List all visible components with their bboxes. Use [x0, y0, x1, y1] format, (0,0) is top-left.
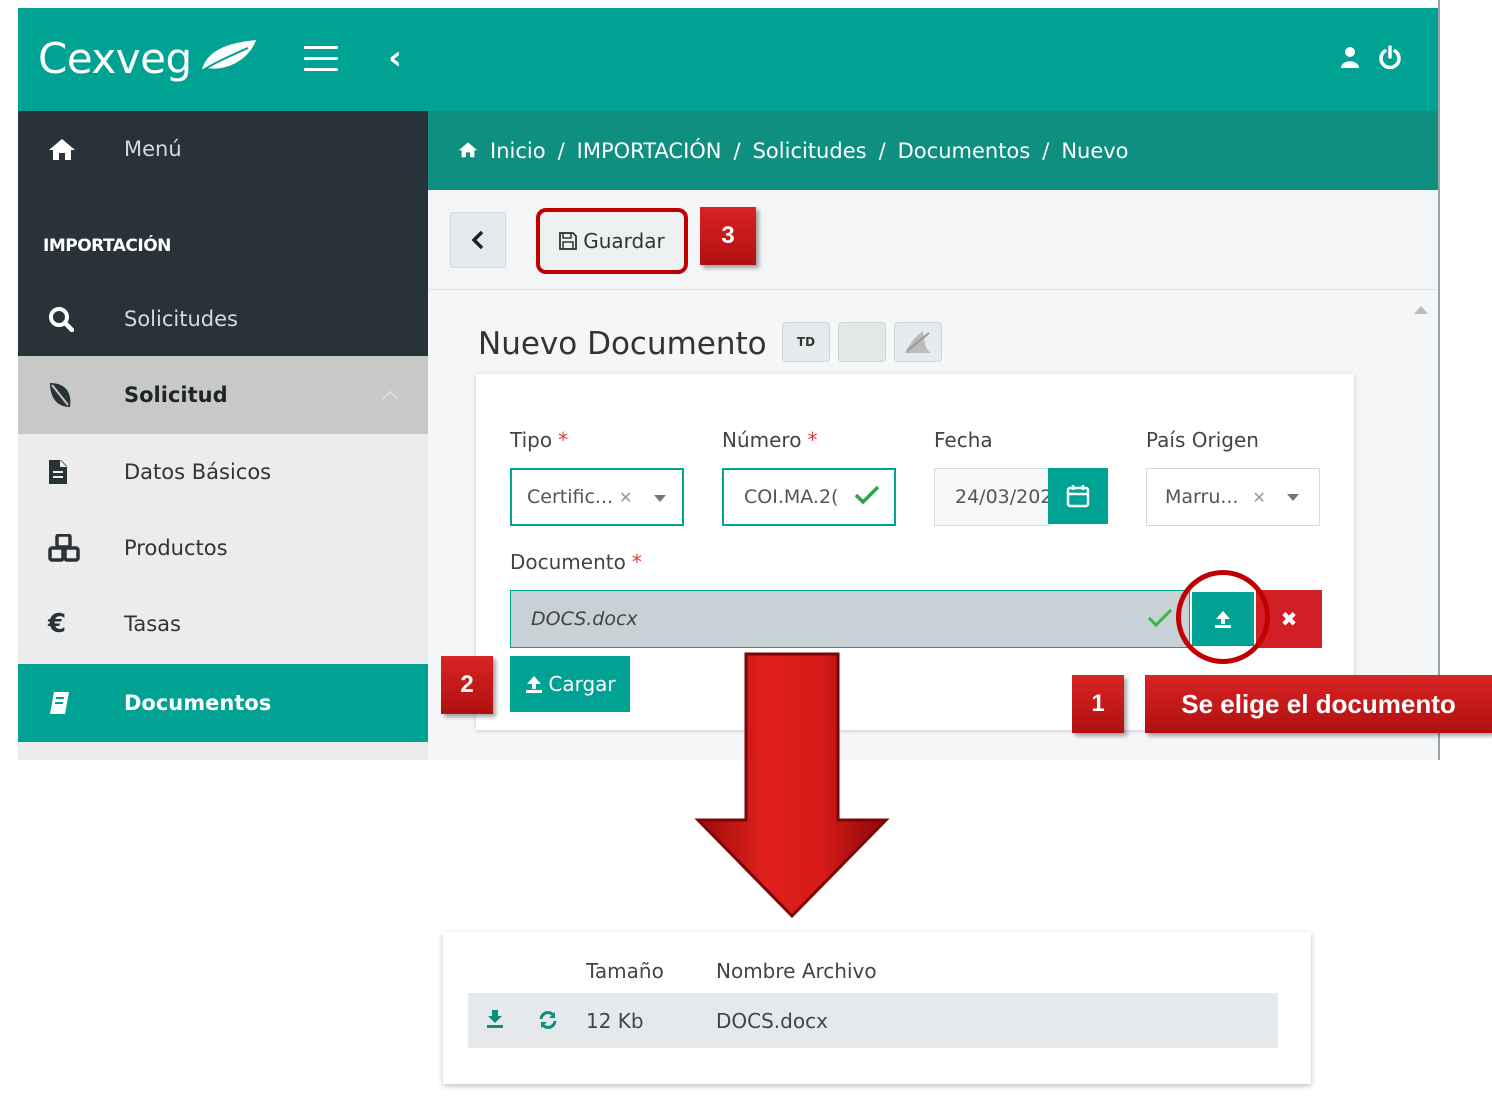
app-logo[interactable]: Cexveg [38, 34, 192, 83]
search-icon [48, 306, 102, 332]
chevron-down-icon[interactable] [654, 495, 666, 502]
highlight-circle [1176, 570, 1270, 664]
close-icon: ✖ [1280, 607, 1298, 631]
sidebar-item-label: Solicitud [124, 383, 228, 407]
sidebar-item-tasas[interactable]: € Tasas [18, 586, 428, 662]
calendar-button[interactable] [1048, 468, 1108, 524]
td-label: TD [796, 335, 816, 349]
home-icon [48, 137, 102, 161]
pais-label: País Origen [1146, 428, 1259, 452]
sidebar-item-label: Menú [124, 137, 182, 161]
breadcrumb-separator: / [557, 138, 565, 163]
numero-input[interactable]: COI.MA.2( [722, 468, 896, 526]
euro-icon: € [48, 609, 67, 639]
file-name[interactable]: DOCS.docx [716, 1009, 828, 1033]
home-icon[interactable] [458, 139, 478, 163]
check-icon [854, 484, 880, 511]
breadcrumb-solicitudes[interactable]: Solicitudes [753, 139, 867, 163]
sidebar-item-label: Datos Básicos [124, 460, 272, 484]
calendar-icon [1066, 485, 1090, 508]
chevron-down-icon[interactable] [1287, 494, 1299, 501]
breadcrumb-documentos[interactable]: Documentos [898, 139, 1031, 163]
files-table: Tamaño Nombre Archivo 12 Kb DOCS.docx [443, 932, 1311, 1084]
fecha-value: 24/03/202 [955, 486, 1053, 508]
blank-button[interactable] [838, 322, 886, 362]
collapse-sidebar-icon[interactable]: ‹ [388, 38, 402, 78]
sidebar-item-label: Solicitudes [124, 307, 238, 331]
tipo-value: Certific... [527, 486, 614, 508]
save-button[interactable]: Guardar [536, 208, 688, 274]
step-1-badge: 1 [1072, 675, 1124, 733]
step-1-callout: Se elige el documento [1145, 675, 1492, 733]
documento-file-input[interactable]: DOCS.docx [510, 590, 1190, 648]
user-icon[interactable] [1340, 46, 1360, 70]
file-icon [48, 459, 102, 485]
step-2-badge: 2 [441, 656, 493, 714]
sidebar-item-label: Documentos [124, 691, 272, 715]
sidebar-item-datos-basicos[interactable]: Datos Básicos [18, 434, 428, 510]
documento-label: Documento * [510, 550, 642, 574]
cubes-icon [48, 534, 102, 562]
back-button[interactable] [450, 212, 506, 268]
sidebar-item-documentos[interactable]: Documentos [18, 664, 428, 742]
sidebar-item-solicitudes[interactable]: Solicitudes [18, 281, 428, 357]
td-button[interactable]: TD [782, 322, 830, 362]
window-edge [1438, 0, 1440, 760]
download-icon[interactable] [486, 1009, 504, 1033]
breadcrumb-separator: / [733, 138, 741, 163]
sidebar: Menú IMPORTACIÓN Solicitudes Solicitud D… [18, 111, 428, 760]
column-header-filename: Nombre Archivo [716, 959, 877, 983]
column-header-size: Tamaño [586, 959, 664, 983]
page-title: Nuevo Documento [478, 326, 767, 362]
toolbar: Guardar [428, 190, 1438, 290]
breadcrumb-inicio[interactable]: Inicio [490, 139, 546, 163]
sidebar-item-label: Productos [124, 536, 228, 560]
app-window: Cexveg ‹ Menú IMPORTACIÓN Solicitudes So… [18, 8, 1438, 760]
table-row[interactable]: 12 Kb DOCS.docx [468, 993, 1278, 1048]
sidebar-section-title: IMPORTACIÓN [43, 236, 171, 256]
hamburger-menu-icon[interactable] [304, 46, 338, 72]
fecha-input[interactable]: 24/03/202 [934, 468, 1053, 526]
breadcrumb-nuevo: Nuevo [1061, 138, 1129, 163]
sidebar-item-menu[interactable]: Menú [18, 111, 428, 187]
chevron-up-icon [380, 386, 400, 405]
pdf-icon[interactable] [894, 322, 942, 362]
breadcrumb: Inicio / IMPORTACIÓN / Solicitudes / Doc… [428, 111, 1438, 190]
tipo-label: Tipo * [510, 428, 569, 452]
scroll-up-arrow[interactable] [1414, 306, 1428, 314]
pais-value: Marru... [1165, 486, 1239, 508]
step-3-badge: 3 [700, 207, 756, 265]
leaf-logo-icon [199, 40, 256, 73]
upload-icon [526, 676, 543, 693]
pais-select[interactable]: Marru... ✕ [1146, 468, 1320, 526]
fecha-label: Fecha [934, 428, 993, 452]
refresh-icon[interactable] [538, 1010, 558, 1034]
book-icon [48, 691, 102, 715]
file-size: 12 Kb [586, 1009, 644, 1033]
top-bar: Cexveg ‹ [18, 8, 1438, 111]
tipo-select[interactable]: Certific... ✕ [510, 468, 684, 526]
chevron-left-icon [471, 230, 484, 250]
clear-icon[interactable]: ✕ [1253, 488, 1266, 507]
numero-label: Número * [722, 428, 818, 452]
check-icon [1147, 607, 1173, 634]
cargar-label: Cargar [548, 672, 616, 696]
breadcrumb-separator: / [878, 138, 886, 163]
sidebar-item-label: Tasas [124, 612, 181, 636]
down-arrow-graphic [694, 652, 890, 919]
breadcrumb-importacion[interactable]: IMPORTACIÓN [577, 139, 722, 163]
power-icon[interactable] [1378, 45, 1402, 71]
sidebar-item-solicitud[interactable]: Solicitud [18, 356, 428, 434]
floppy-disk-icon [559, 232, 578, 250]
leaf-icon [48, 381, 102, 409]
numero-value: COI.MA.2( [744, 486, 839, 508]
documento-value: DOCS.docx [531, 608, 638, 630]
clear-icon[interactable]: ✕ [619, 488, 632, 507]
cargar-button[interactable]: Cargar [510, 656, 630, 712]
save-label: Guardar [583, 229, 665, 253]
breadcrumb-separator: / [1042, 138, 1050, 163]
sidebar-item-productos[interactable]: Productos [18, 510, 428, 586]
